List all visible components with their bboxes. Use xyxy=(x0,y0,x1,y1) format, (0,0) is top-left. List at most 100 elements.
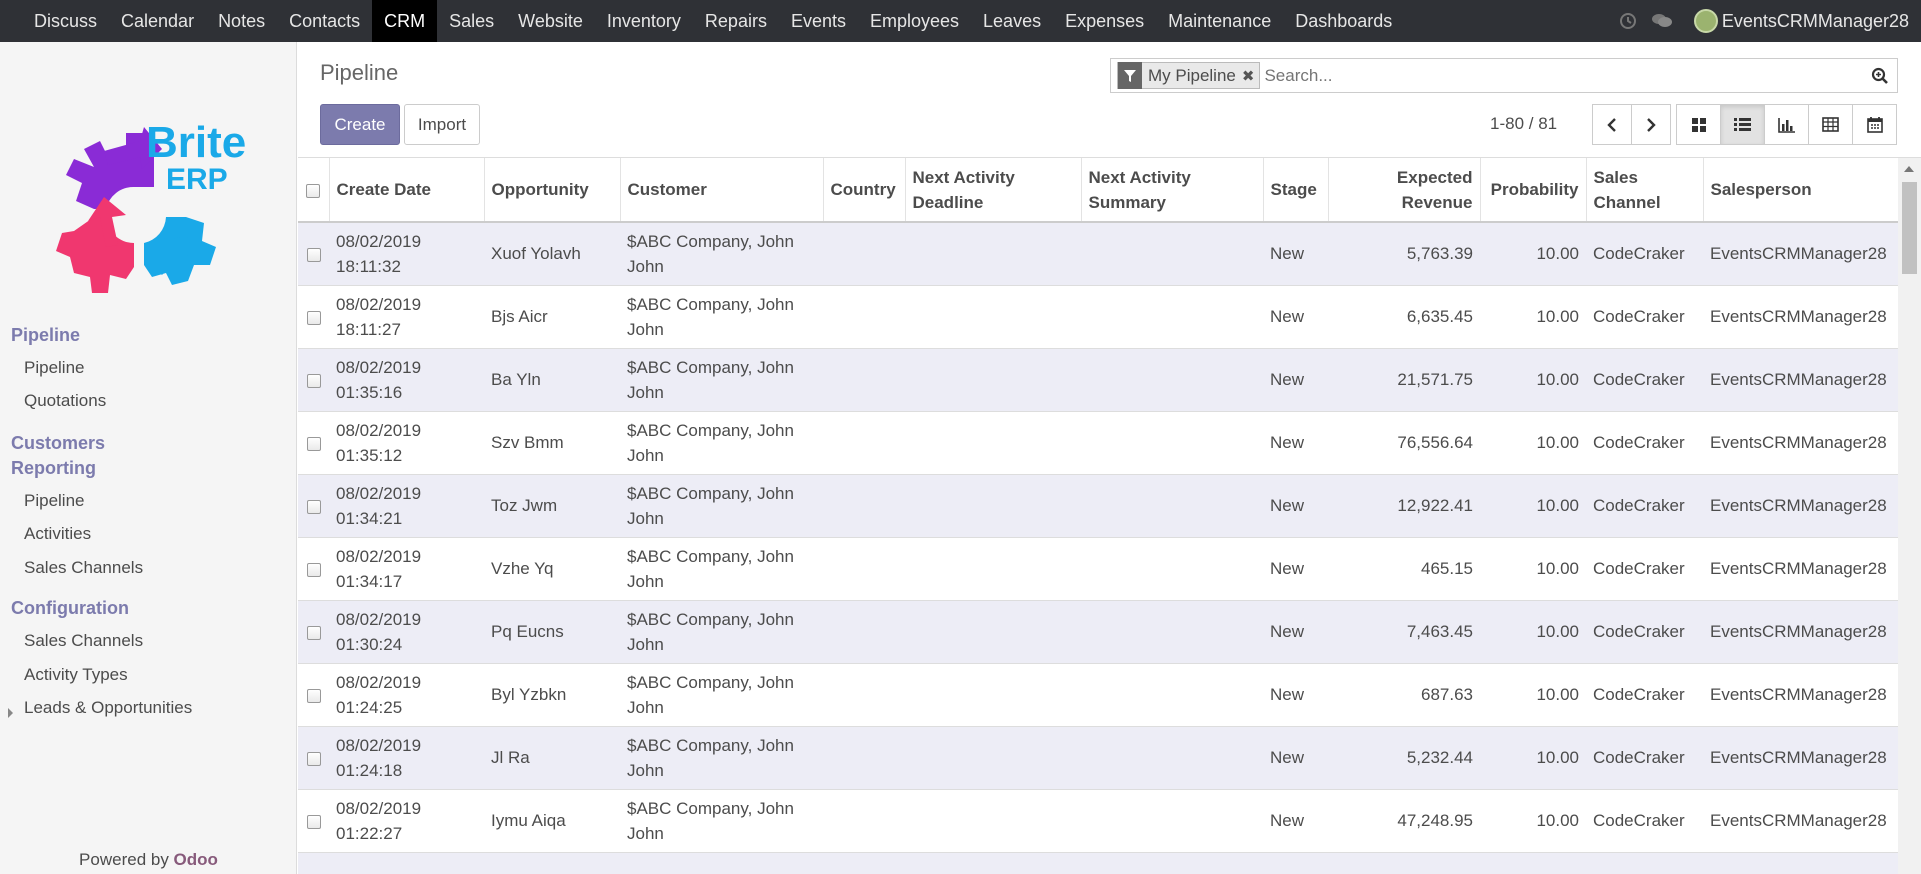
cell-probability xyxy=(1480,851,1586,874)
menu-inventory[interactable]: Inventory xyxy=(595,0,693,42)
chat-icon[interactable] xyxy=(1648,7,1676,35)
graph-view-button[interactable] xyxy=(1764,104,1809,145)
menu-website[interactable]: Website xyxy=(506,0,595,42)
sidebar-item-leads-opportunities[interactable]: Leads & Opportunities xyxy=(24,698,192,718)
column-expected-revenue[interactable]: Expected Revenue xyxy=(1328,158,1481,223)
cell-expected-revenue: 5,763.39 xyxy=(1328,221,1480,285)
column-customer[interactable]: Customer xyxy=(620,158,824,223)
table-row[interactable]: 08/02/2019 01:30:24 Pq Eucns $ABC Company, … xyxy=(298,599,1898,663)
create-date: 08/02/2019 xyxy=(336,672,422,692)
cell-create-date: 08/02/2019 01:35:12 xyxy=(329,410,484,474)
column-create-date[interactable]: Create Date xyxy=(329,158,485,223)
clock-icon[interactable] xyxy=(1614,7,1642,35)
menu-sales[interactable]: Sales xyxy=(437,0,506,42)
cell-sales-channel: CodeCraker xyxy=(1586,788,1703,852)
search-input[interactable] xyxy=(1264,60,1865,91)
cell-customer: $ABC Company, John John xyxy=(620,284,823,348)
column-next-activity-deadline[interactable]: Next Activity Deadline xyxy=(905,158,1082,223)
menu-notes[interactable]: Notes xyxy=(206,0,277,42)
row-checkbox[interactable] xyxy=(298,788,329,852)
table-row[interactable]: 08/02/2019 01:35:12 Szv Bmm $ABC Company, J… xyxy=(298,410,1898,474)
row-checkbox[interactable] xyxy=(298,725,329,789)
sidebar-section-reporting[interactable]: Reporting xyxy=(11,458,96,479)
row-checkbox[interactable] xyxy=(298,851,329,874)
sidebar-section-customers[interactable]: Customers xyxy=(11,433,105,454)
menu-repairs[interactable]: Repairs xyxy=(693,0,779,42)
row-checkbox[interactable] xyxy=(298,221,329,285)
sidebar-item-activity-types[interactable]: Activity Types xyxy=(24,665,128,685)
table-row[interactable]: 08/02/2019 $ABC Company, John xyxy=(298,851,1898,874)
cell-probability: 10.00 xyxy=(1480,788,1586,852)
row-checkbox[interactable] xyxy=(298,662,329,726)
create-date: 08/02/2019 xyxy=(336,357,422,377)
table-row[interactable]: 08/02/2019 01:34:21 Toz Jwm $ABC Company, J… xyxy=(298,473,1898,537)
scrollbar-thumb[interactable] xyxy=(1902,182,1917,274)
sidebar-item-sales-channels[interactable]: Sales Channels xyxy=(24,558,143,578)
table-row[interactable]: 08/02/2019 01:34:17 Vzhe Yq $ABC Company, J… xyxy=(298,536,1898,600)
sidebar-item-quotations[interactable]: Quotations xyxy=(24,391,106,411)
column-salesperson[interactable]: Salesperson xyxy=(1703,158,1898,223)
search-icon[interactable] xyxy=(1865,61,1895,91)
kanban-icon xyxy=(1691,117,1706,132)
menu-crm[interactable]: CRM xyxy=(372,0,438,42)
menu-calendar[interactable]: Calendar xyxy=(109,0,206,42)
cell-salesperson: EventsCRMManager28 xyxy=(1703,599,1898,663)
table-row[interactable]: 08/02/2019 18:11:32 Xuof Yolavh $ABC Compan… xyxy=(298,221,1898,285)
table-row[interactable]: 08/02/2019 18:11:27 Bjs Aicr $ABC Company, … xyxy=(298,284,1898,348)
row-checkbox[interactable] xyxy=(298,410,329,474)
pager-previous-button[interactable] xyxy=(1592,104,1632,145)
sidebar-item-reporting-pipeline[interactable]: Pipeline xyxy=(24,491,85,511)
menu-discuss[interactable]: Discuss xyxy=(22,0,109,42)
caret-right-icon[interactable] xyxy=(8,708,13,718)
cell-expected-revenue: 76,556.64 xyxy=(1328,410,1480,474)
cell-create-date: 08/02/2019 01:22:27 xyxy=(329,788,484,852)
list-view-button[interactable] xyxy=(1720,104,1765,145)
row-checkbox[interactable] xyxy=(298,473,329,537)
column-country[interactable]: Country xyxy=(823,158,906,223)
sidebar-section-pipeline[interactable]: Pipeline xyxy=(11,325,80,346)
row-checkbox[interactable] xyxy=(298,599,329,663)
column-stage[interactable]: Stage xyxy=(1263,158,1329,223)
menu-events[interactable]: Events xyxy=(779,0,858,42)
user-menu[interactable]: EventsCRMManager28 xyxy=(1693,9,1909,33)
column-probability[interactable]: Probability xyxy=(1480,158,1587,223)
row-checkbox[interactable] xyxy=(298,347,329,411)
sidebar-item-config-sales-channels[interactable]: Sales Channels xyxy=(24,631,143,651)
pager-value[interactable]: 1-80 / 81 xyxy=(1490,114,1557,134)
pivot-view-button[interactable] xyxy=(1808,104,1853,145)
row-checkbox[interactable] xyxy=(298,536,329,600)
scroll-up-icon[interactable] xyxy=(1904,166,1914,172)
cell-opportunity: Jl Ra xyxy=(484,725,620,789)
menu-contacts[interactable]: Contacts xyxy=(277,0,372,42)
user-name: EventsCRMManager28 xyxy=(1721,10,1909,31)
create-date: 08/02/2019 xyxy=(336,231,422,251)
sidebar-item-activities[interactable]: Activities xyxy=(24,524,91,544)
cell-stage: New xyxy=(1263,410,1328,474)
menu-expenses[interactable]: Expenses xyxy=(1053,0,1156,42)
sidebar-item-pipeline[interactable]: Pipeline xyxy=(24,358,85,378)
row-checkbox[interactable] xyxy=(298,284,329,348)
table-row[interactable]: 08/02/2019 01:35:16 Ba Yln $ABC Company, Jo… xyxy=(298,347,1898,411)
sidebar-section-configuration[interactable]: Configuration xyxy=(11,598,129,619)
create-button[interactable]: Create xyxy=(320,104,400,145)
menu-maintenance[interactable]: Maintenance xyxy=(1156,0,1283,42)
odoo-link[interactable]: Odoo xyxy=(174,850,218,869)
import-button[interactable]: Import xyxy=(404,104,480,145)
create-time: 01:35:16 xyxy=(336,382,403,402)
select-all-checkbox[interactable] xyxy=(298,158,330,223)
scrollbar[interactable] xyxy=(1898,158,1921,874)
column-next-activity-summary[interactable]: Next Activity Summary xyxy=(1081,158,1264,223)
kanban-view-button[interactable] xyxy=(1676,104,1721,145)
column-opportunity[interactable]: Opportunity xyxy=(484,158,621,223)
menu-leaves[interactable]: Leaves xyxy=(971,0,1053,42)
column-sales-channel[interactable]: Sales Channel xyxy=(1586,158,1704,223)
calendar-view-button[interactable] xyxy=(1852,104,1897,145)
create-time: 01:34:21 xyxy=(336,508,403,528)
menu-employees[interactable]: Employees xyxy=(858,0,971,42)
table-row[interactable]: 08/02/2019 01:24:18 Jl Ra $ABC Company, Joh… xyxy=(298,725,1898,789)
table-row[interactable]: 08/02/2019 01:22:27 Iymu Aiqa $ABC Company,… xyxy=(298,788,1898,852)
pager-next-button[interactable] xyxy=(1631,104,1671,145)
facet-remove-icon[interactable]: ✖ xyxy=(1242,67,1260,85)
table-row[interactable]: 08/02/2019 01:24:25 Byl Yzbkn $ABC Company,… xyxy=(298,662,1898,726)
menu-dashboards[interactable]: Dashboards xyxy=(1283,0,1404,42)
